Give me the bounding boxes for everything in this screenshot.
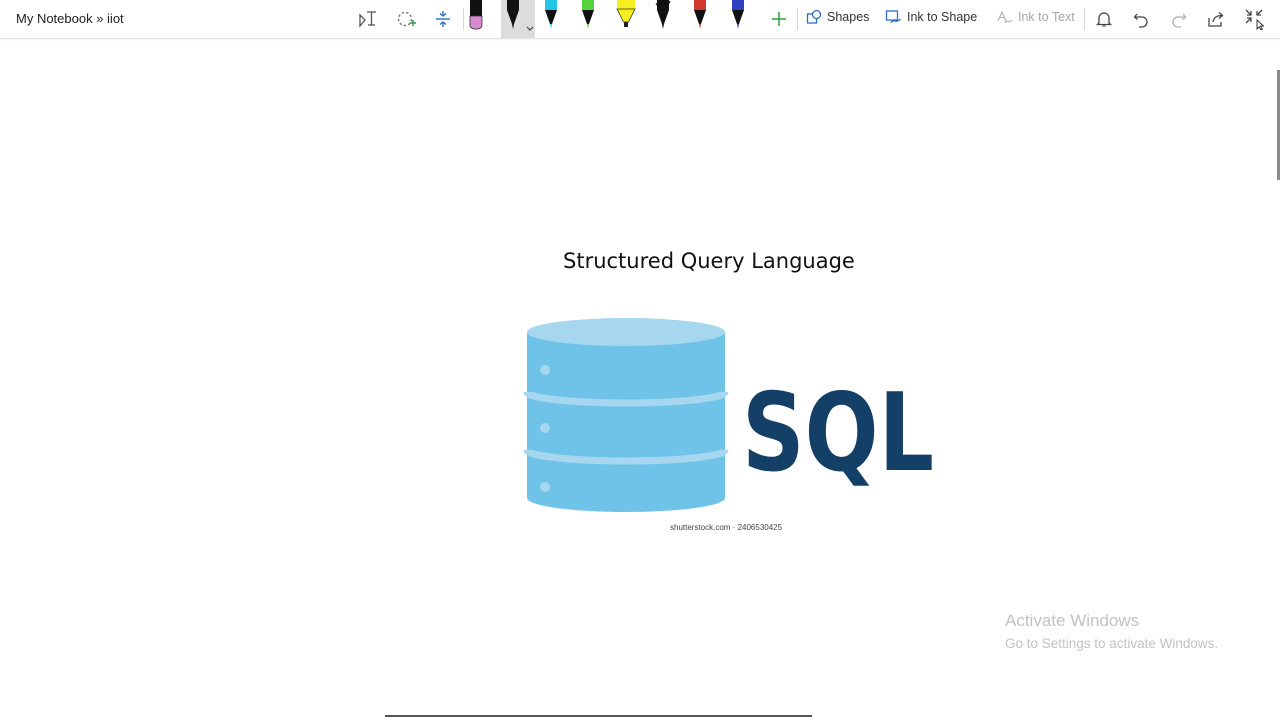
yellow-highlighter-icon bbox=[616, 0, 636, 27]
database-icon bbox=[523, 318, 729, 512]
onenote-window: My Notebook » iiot Shapes Ink to Shape I… bbox=[0, 0, 1280, 720]
watermark-title: Activate Windows bbox=[1005, 611, 1140, 630]
black-pen-icon bbox=[507, 0, 534, 31]
pink-marker-icon bbox=[469, 0, 483, 30]
pen-blue-pen[interactable] bbox=[726, 0, 760, 38]
pen-cyan-pen[interactable] bbox=[539, 0, 573, 38]
image-caption: shutterstock.com · 2406530425 bbox=[670, 523, 783, 532]
shapes-icon bbox=[806, 9, 822, 24]
green-pen-icon bbox=[582, 0, 594, 29]
share-icon[interactable] bbox=[1201, 4, 1231, 34]
ink-stroke[interactable] bbox=[385, 715, 812, 717]
black-felt-pen-icon bbox=[655, 0, 671, 29]
ink-to-shape-button[interactable]: Ink to Shape bbox=[885, 9, 977, 25]
blue-pen-icon bbox=[732, 0, 744, 29]
ink-to-text-label: Ink to Text bbox=[1018, 10, 1075, 24]
ink-to-text-icon bbox=[997, 10, 1013, 24]
shapes-button[interactable]: Shapes bbox=[806, 9, 869, 25]
sql-database-image[interactable]: SQL bbox=[520, 312, 940, 538]
shapes-label: Shapes bbox=[827, 10, 870, 24]
pen-green-pen[interactable] bbox=[576, 0, 610, 38]
pen-black-pen[interactable] bbox=[501, 0, 535, 38]
redo-icon[interactable] bbox=[1164, 4, 1194, 34]
pen-red-pen[interactable] bbox=[688, 0, 722, 38]
plus-icon[interactable] bbox=[764, 4, 794, 34]
breadcrumb[interactable]: My Notebook » iiot bbox=[16, 11, 124, 26]
draw-toolbar: My Notebook » iiot Shapes Ink to Shape I… bbox=[0, 0, 1280, 39]
lasso-select-icon[interactable] bbox=[353, 4, 383, 34]
ink-to-text-button[interactable]: Ink to Text bbox=[996, 9, 1075, 25]
insert-space-icon[interactable] bbox=[428, 4, 458, 34]
ink-to-shape-label: Ink to Shape bbox=[907, 10, 978, 24]
pen-pink-marker[interactable] bbox=[464, 0, 498, 38]
bell-icon[interactable] bbox=[1089, 4, 1119, 34]
pen-black-felt-pen[interactable] bbox=[651, 0, 685, 38]
cyan-pen-icon bbox=[545, 0, 557, 29]
watermark-subtitle: Go to Settings to activate Windows. bbox=[1005, 636, 1219, 651]
exit-fullscreen-icon[interactable] bbox=[1239, 4, 1269, 34]
pen-yellow-highlighter[interactable] bbox=[614, 0, 648, 38]
sql-logo-text: SQL bbox=[742, 371, 934, 496]
add-space-icon[interactable] bbox=[391, 4, 421, 34]
ink-to-shape-icon bbox=[885, 10, 901, 24]
activate-windows-watermark: Activate Windows Go to Settings to activ… bbox=[1005, 611, 1218, 651]
red-pen-icon bbox=[694, 0, 706, 29]
undo-icon[interactable] bbox=[1126, 4, 1156, 34]
page-title[interactable]: Structured Query Language bbox=[563, 249, 855, 273]
